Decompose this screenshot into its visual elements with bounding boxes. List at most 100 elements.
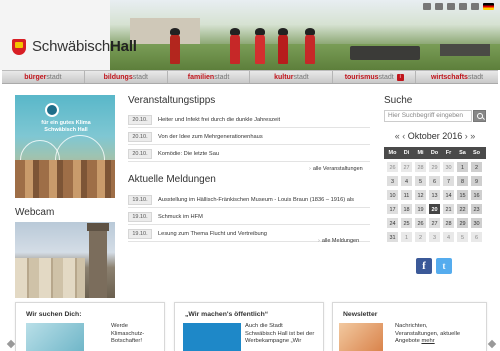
calendar-day[interactable]: 3 [428, 231, 441, 243]
accessibility-icon[interactable] [459, 3, 467, 10]
list-item[interactable]: 19.10. Ausstellung im Hällisch-Fränkische… [128, 194, 354, 205]
list-item[interactable]: 19.10. Schmuck im HFM [128, 211, 203, 222]
item-link[interactable]: Lesung zum Thema Flucht und Vertreibung [158, 231, 267, 237]
webcam-image[interactable] [15, 222, 115, 298]
calendar-day[interactable]: 16 [470, 189, 483, 201]
print-icon[interactable] [447, 3, 455, 10]
campaign-bulb-icon [183, 323, 241, 351]
all-events-link[interactable]: › alle Veranstaltungen [309, 166, 363, 172]
calendar-day[interactable]: 5 [456, 231, 469, 243]
calendar-day[interactable]: 4 [442, 231, 455, 243]
calendar-day[interactable]: 23 [470, 203, 483, 215]
calendar-day-today[interactable]: 20 [428, 203, 441, 215]
sitemap-icon[interactable] [435, 3, 443, 10]
item-link[interactable]: Von der Idee zum Mehrgenerationenhaus [158, 134, 263, 140]
search-icon[interactable] [473, 110, 486, 122]
calendar-day[interactable]: 17 [386, 203, 399, 215]
calendar-day[interactable]: 6 [428, 175, 441, 187]
calendar-day[interactable]: 7 [442, 175, 455, 187]
houses-illustration [15, 160, 115, 198]
contact-icon[interactable] [423, 3, 431, 10]
calendar-day[interactable]: 9 [470, 175, 483, 187]
nav-item-kultur[interactable]: kulturstadt [250, 71, 334, 83]
calendar-day[interactable]: 10 [386, 189, 399, 201]
calendar-day[interactable]: 29 [456, 217, 469, 229]
teaser-box-newsletter[interactable]: Newsletter Nachrichten, Veranstaltungen, … [332, 302, 487, 351]
nav-item-wirtschafts[interactable]: wirtschaftsstadt [416, 71, 498, 83]
calendar-next-button[interactable]: › » [465, 131, 476, 141]
nav-item-tourismus[interactable]: tourismusstadt i [333, 71, 417, 83]
calendar-day[interactable]: 24 [386, 217, 399, 229]
language-icon[interactable] [471, 3, 479, 10]
item-link[interactable]: Heiter und Infekt frei durch die dunkle … [158, 117, 280, 123]
info-icon: i [396, 73, 404, 81]
scroll-right-icon[interactable] [487, 339, 497, 349]
calendar-day[interactable]: 2 [414, 231, 427, 243]
teaser-box-campaign[interactable]: „Wir machen's öffentlich“ Auch die Stadt… [174, 302, 324, 351]
search-input[interactable]: Hier Suchbegriff eingeben [384, 110, 472, 122]
klima-teaser[interactable]: für ein gutes Klima Schwäbisch Hall [15, 95, 115, 198]
calendar-day[interactable]: 3 [386, 175, 399, 187]
newsletter-icon [339, 323, 383, 351]
calendar-day[interactable]: 6 [470, 231, 483, 243]
teaser-box-climate[interactable]: Wir suchen Dich: Werde Klimaschutz- Botsch… [15, 302, 165, 351]
calendar-day[interactable]: 8 [456, 175, 469, 187]
cannon-shape [440, 44, 490, 56]
all-news-link[interactable]: › alle Meldungen [318, 238, 359, 244]
divider [128, 224, 370, 225]
calendar-day[interactable]: 26 [386, 161, 399, 173]
calendar-day[interactable]: 11 [400, 189, 413, 201]
calendar-day[interactable]: 30 [442, 161, 455, 173]
weekday-label: Fr [445, 150, 452, 156]
calendar-day[interactable]: 22 [456, 203, 469, 215]
weekday-label: So [472, 150, 481, 156]
calendar-day[interactable]: 28 [442, 217, 455, 229]
calendar-day[interactable]: 19 [414, 203, 427, 215]
calendar-day[interactable]: 13 [428, 189, 441, 201]
calendar-day[interactable]: 21 [442, 203, 455, 215]
calendar-day[interactable]: 5 [414, 175, 427, 187]
list-item[interactable]: 19.10. Lesung zum Thema Flucht und Vertre… [128, 228, 267, 239]
list-item[interactable]: 20.10. Heiter und Infekt frei durch die d… [128, 114, 280, 125]
calendar-day[interactable]: 12 [414, 189, 427, 201]
calendar-day[interactable]: 14 [442, 189, 455, 201]
utility-icons [423, 3, 494, 10]
divider [128, 161, 370, 162]
scroll-left-icon[interactable] [6, 339, 16, 349]
twitter-icon[interactable]: t [436, 258, 452, 274]
calendar-day[interactable]: 27 [400, 161, 413, 173]
calendar-day[interactable]: 31 [386, 231, 399, 243]
list-item[interactable]: 20.10. Komödie: Die letzte Sau [128, 148, 219, 159]
hero-image [110, 0, 500, 70]
site-logo[interactable]: SchwäbischHall [12, 38, 137, 55]
nav-item-bürger[interactable]: bürgerstadt [2, 71, 85, 83]
calendar-day[interactable]: 25 [400, 217, 413, 229]
calendar-day[interactable]: 15 [456, 189, 469, 201]
teaser-text: Auch die Stadt Schwäbisch Hall ist bei de… [245, 323, 315, 344]
date-badge: 20.10. [128, 148, 152, 159]
calendar-day[interactable]: 1 [456, 161, 469, 173]
calendar-day[interactable]: 26 [414, 217, 427, 229]
newsletter-more-link[interactable]: mehr [421, 338, 434, 344]
calendar-day[interactable]: 27 [428, 217, 441, 229]
nav-item-familien[interactable]: familienstadt [168, 71, 251, 83]
item-link[interactable]: Ausstellung im Hällisch-Fränkischen Muse… [158, 197, 354, 203]
nav-item-bildungs[interactable]: bildungsstadt [85, 71, 168, 83]
costumed-figure [305, 28, 315, 64]
divider [128, 207, 370, 208]
calendar-day[interactable]: 4 [400, 175, 413, 187]
item-link[interactable]: Schmuck im HFM [158, 214, 203, 220]
calendar-day[interactable]: 1 [400, 231, 413, 243]
facebook-icon[interactable]: f [416, 258, 432, 274]
list-item[interactable]: 20.10. Von der Idee zum Mehrgenerationenh… [128, 131, 263, 142]
divider [128, 144, 370, 145]
item-link[interactable]: Komödie: Die letzte Sau [158, 151, 219, 157]
calendar-prev-button[interactable]: « ‹ [395, 131, 406, 141]
calendar-day[interactable]: 30 [470, 217, 483, 229]
german-flag-icon[interactable] [483, 3, 494, 10]
cannon-shape [350, 46, 420, 60]
calendar-day[interactable]: 29 [428, 161, 441, 173]
calendar-day[interactable]: 18 [400, 203, 413, 215]
calendar-day[interactable]: 2 [470, 161, 483, 173]
calendar-day[interactable]: 28 [414, 161, 427, 173]
